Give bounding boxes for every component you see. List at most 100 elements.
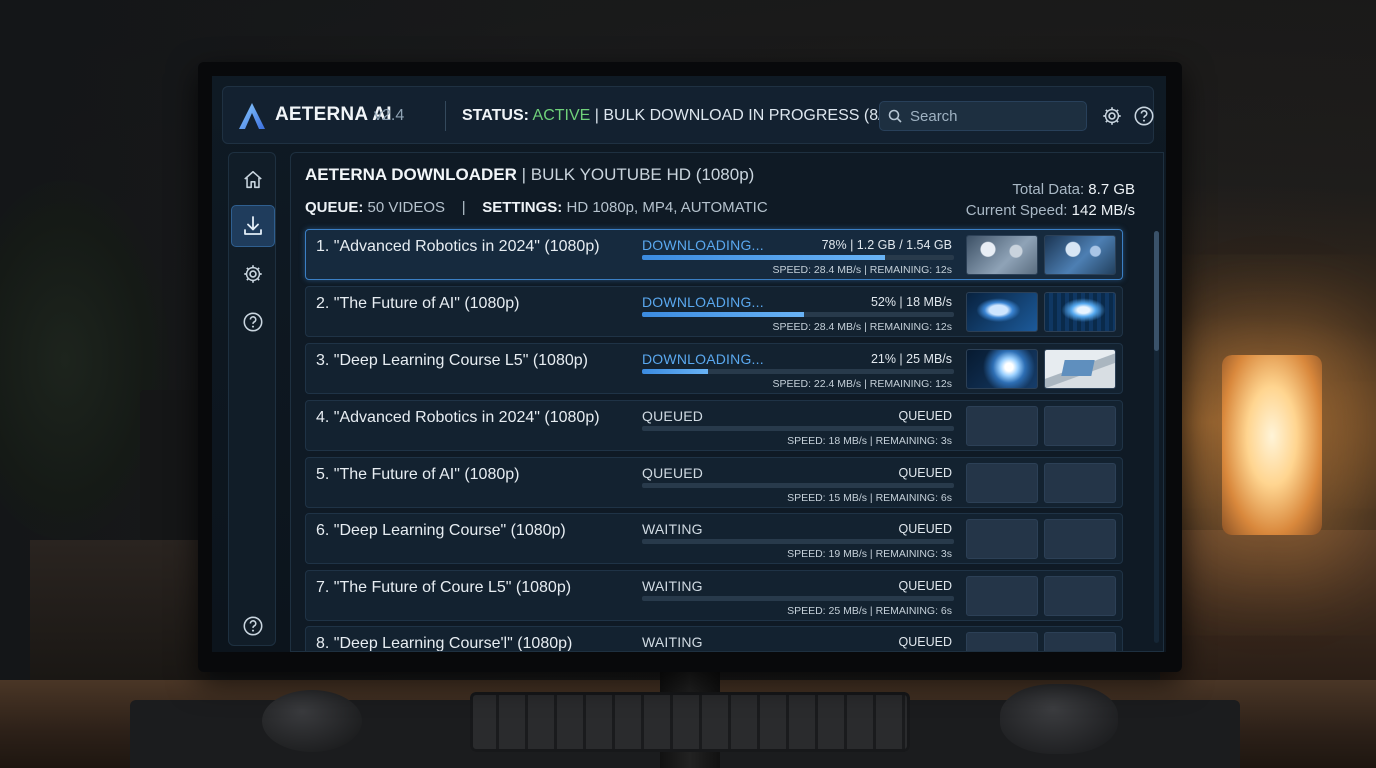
download-icon <box>244 216 262 235</box>
row-title: 5. "The Future of AI" (1080p) <box>316 466 520 483</box>
current-speed-label: Current Speed: <box>965 202 1068 219</box>
row-title: 2. "The Future of AI" (1080p) <box>316 295 520 312</box>
row-progress-text: 21% | 25 MB/s <box>870 352 952 366</box>
row-thumbnail[interactable] <box>966 292 1038 332</box>
queue-divider: | <box>461 199 466 216</box>
row-progress-bar <box>642 255 954 260</box>
help-icon <box>1134 106 1154 126</box>
row-progress-text: QUEUED <box>898 522 952 536</box>
sidebar-item-help[interactable] <box>231 301 275 343</box>
shelf <box>30 540 210 680</box>
download-row[interactable]: 4. "Advanced Robotics in 2024" (1080p) Q… <box>305 400 1123 451</box>
queue-value: 50 VIDEOS <box>363 199 446 216</box>
mouse-right <box>1000 684 1118 754</box>
download-row[interactable]: 1. "Advanced Robotics in 2024" (1080p) D… <box>305 229 1123 280</box>
row-thumbnail[interactable] <box>1044 235 1116 275</box>
totals: Total Data: 8.7 GB Current Speed: 142 MB… <box>966 179 1135 221</box>
help-button[interactable] <box>1131 103 1157 129</box>
row-thumbnail-placeholder <box>966 576 1038 616</box>
page-title-rest: | BULK YOUTUBE HD (1080p) <box>516 165 755 184</box>
total-data: Total Data: 8.7 GB <box>966 179 1135 200</box>
sidebar <box>228 152 276 646</box>
row-speed: SPEED: 25 MB/s | REMAINING: 6s <box>787 605 952 617</box>
download-row[interactable]: 3. "Deep Learning Course L5" (1080p) DOW… <box>305 343 1123 394</box>
row-speed: SPEED: 28.4 MB/s | REMAINING: 12s <box>772 321 952 333</box>
settings-button[interactable] <box>1099 103 1125 129</box>
download-row[interactable]: 8. "Deep Learning Course'l" (1080p) WAIT… <box>305 626 1123 651</box>
row-state: QUEUED <box>642 408 704 424</box>
row-state: WAITING <box>642 634 703 650</box>
current-speed: Current Speed: 142 MB/s <box>966 200 1135 221</box>
row-progress-bar <box>642 312 954 317</box>
help-icon <box>243 312 263 332</box>
lamp <box>1222 355 1322 535</box>
row-title: 7. "The Future of Coure L5" (1080p) <box>316 579 572 596</box>
row-thumbnail[interactable] <box>966 235 1038 275</box>
row-thumbnail-placeholder <box>1044 406 1116 446</box>
total-data-label: Total Data: <box>1012 181 1085 198</box>
row-state: WAITING <box>642 578 703 594</box>
row-state: DOWNLOADING... <box>642 294 764 310</box>
current-speed-value: 142 MB/s <box>1067 202 1135 219</box>
gear-icon <box>1103 107 1121 125</box>
row-state: DOWNLOADING... <box>642 351 764 367</box>
row-progress-bar <box>642 483 954 488</box>
row-speed: SPEED: 19 MB/s | REMAINING: 3s <box>787 548 952 560</box>
row-title: 3. "Deep Learning Course L5" (1080p) <box>316 352 588 369</box>
cabinet <box>1160 530 1376 680</box>
speaker <box>140 390 200 540</box>
row-thumbnail-placeholder <box>1044 632 1116 651</box>
divider <box>445 101 446 131</box>
keyboard <box>470 692 910 752</box>
page-title: AETERNA DOWNLOADER | BULK YOUTUBE HD (10… <box>305 165 754 185</box>
status-state: ACTIVE <box>532 107 591 124</box>
download-row[interactable]: 7. "The Future of Coure L5" (1080p) WAIT… <box>305 570 1123 621</box>
row-progress-text: 78% | 1.2 GB / 1.54 GB <box>821 238 952 252</box>
row-speed: SPEED: 15 MB/s | REMAINING: 6s <box>787 492 952 504</box>
row-title: 1. "Advanced Robotics in 2024" (1080p) <box>316 238 600 255</box>
row-thumbnail-placeholder <box>1044 519 1116 559</box>
download-row[interactable]: 2. "The Future of AI" (1080p) DOWNLOADIN… <box>305 286 1123 337</box>
mouse-left <box>262 690 362 752</box>
row-thumbnail-placeholder <box>966 519 1038 559</box>
logo-icon <box>239 103 265 129</box>
row-progress-bar <box>642 596 954 601</box>
download-row[interactable]: 6. "Deep Learning Course" (1080p) WAITIN… <box>305 513 1123 564</box>
app-version: v2.4 <box>374 107 405 124</box>
download-row[interactable]: 5. "The Future of AI" (1080p) QUEUED QUE… <box>305 457 1123 508</box>
row-progress-fill <box>642 255 886 260</box>
main-panel: AETERNA DOWNLOADER | BULK YOUTUBE HD (10… <box>290 152 1164 652</box>
top-bar: AETERNA AI v2.4 STATUS: ACTIVE | BULK DO… <box>222 86 1154 144</box>
scrollbar-thumb[interactable] <box>1154 231 1159 351</box>
monitor: AETERNA AI v2.4 STATUS: ACTIVE | BULK DO… <box>198 62 1182 672</box>
row-thumbnail-placeholder <box>966 463 1038 503</box>
sidebar-footer-help[interactable] <box>231 605 275 647</box>
search-placeholder: Search <box>910 108 958 125</box>
row-state: WAITING <box>642 521 703 537</box>
row-state: DOWNLOADING... <box>642 237 764 253</box>
row-progress-text: QUEUED <box>898 466 952 480</box>
row-thumbnail[interactable] <box>1044 349 1116 389</box>
row-thumbnail[interactable] <box>1044 292 1116 332</box>
queue-label: QUEUE: <box>305 199 364 216</box>
row-state: QUEUED <box>642 465 704 481</box>
page-title-bold: AETERNA DOWNLOADER <box>305 165 517 184</box>
row-progress-fill <box>642 312 805 317</box>
search-input[interactable]: Search <box>879 101 1087 131</box>
sidebar-item-settings[interactable] <box>231 253 275 295</box>
row-progress-text: QUEUED <box>898 635 952 649</box>
sidebar-item-downloads[interactable] <box>231 205 275 247</box>
row-thumbnail-placeholder <box>966 632 1038 651</box>
row-progress-text: QUEUED <box>898 409 952 423</box>
gear-icon <box>244 265 262 283</box>
help-icon <box>243 616 263 636</box>
row-thumbnail-placeholder <box>1044 576 1116 616</box>
row-progress-text: 52% | 18 MB/s <box>870 295 952 309</box>
row-progress-fill <box>642 369 708 374</box>
screen: AETERNA AI v2.4 STATUS: ACTIVE | BULK DO… <box>212 76 1166 652</box>
sidebar-item-home[interactable] <box>231 159 275 201</box>
row-title: 6. "Deep Learning Course" (1080p) <box>316 522 566 539</box>
row-thumbnail[interactable] <box>966 349 1038 389</box>
row-progress-bar <box>642 369 954 374</box>
scrollbar[interactable] <box>1154 231 1159 643</box>
